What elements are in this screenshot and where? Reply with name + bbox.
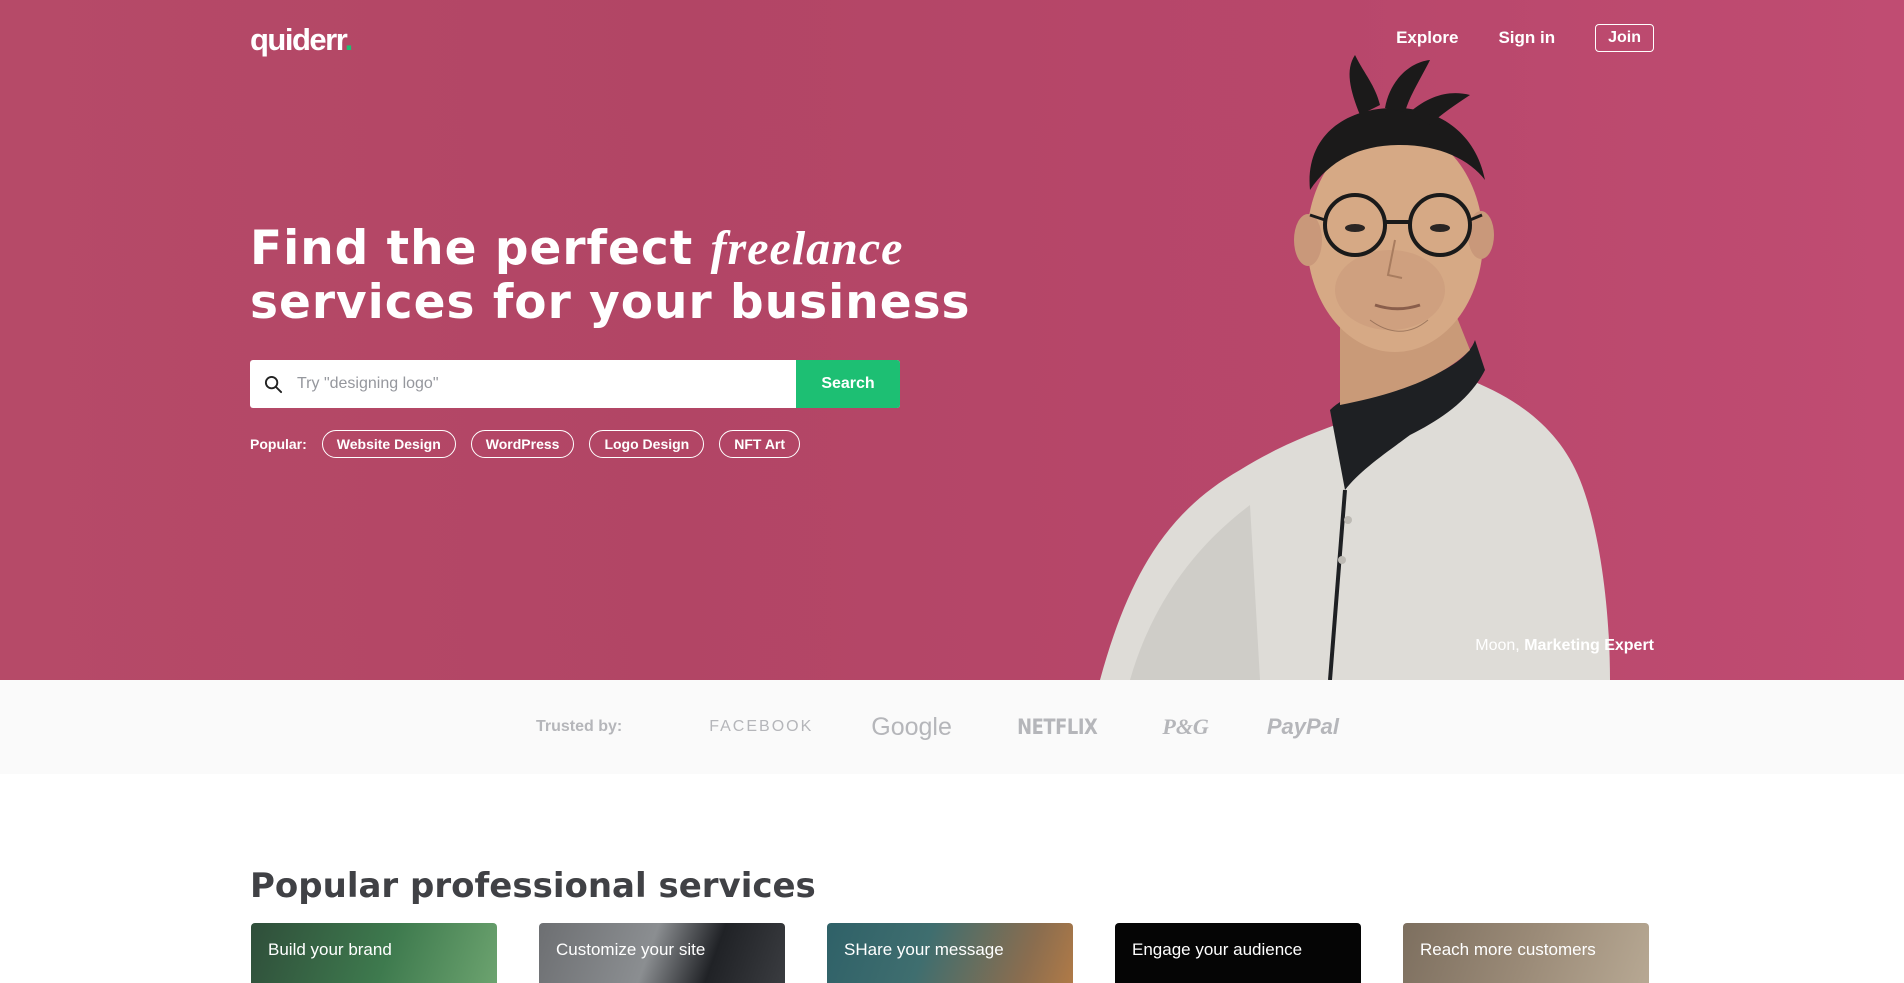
trusted-by-label: Trusted by: bbox=[536, 718, 623, 735]
netflix-logo: NETFLIX bbox=[1016, 715, 1098, 739]
credit-name: Moon, bbox=[1475, 637, 1520, 654]
service-card-label: Engage your audience bbox=[1132, 940, 1303, 959]
hero-headline: Find the perfect freelance services for … bbox=[250, 222, 971, 330]
popular-chip-website-design[interactable]: Website Design bbox=[321, 430, 456, 458]
popular-label: Popular: bbox=[250, 436, 307, 452]
service-card-label: Customize your site bbox=[556, 940, 706, 959]
nav-sign-in-link[interactable]: Sign in bbox=[1498, 28, 1555, 48]
join-button[interactable]: Join bbox=[1595, 24, 1654, 52]
service-card-reach-customers[interactable]: Reach more customers bbox=[1403, 923, 1649, 983]
pg-logo: P&G bbox=[1162, 714, 1209, 739]
credit-role: Marketing Expert bbox=[1524, 637, 1654, 654]
hero-search-bar: Search bbox=[250, 360, 900, 408]
search-icon bbox=[264, 375, 283, 393]
service-card-share-message[interactable]: SHare your message bbox=[827, 923, 1073, 983]
services-carousel: Build your brand Customize your site SHa… bbox=[251, 923, 1649, 983]
logo-text: quiderr bbox=[250, 22, 346, 57]
popular-chip-wordpress[interactable]: WordPress bbox=[470, 430, 575, 458]
headline-part1: Find the perfect bbox=[250, 221, 711, 276]
hero-image-credit: Moon, Marketing Expert bbox=[1475, 637, 1654, 655]
popular-chip-logo-design[interactable]: Logo Design bbox=[589, 430, 705, 458]
top-nav: Explore Sign in Join bbox=[1356, 24, 1654, 52]
service-card-customize-site[interactable]: Customize your site bbox=[539, 923, 785, 983]
hero-content: quiderr. Explore Sign in Join Find the p… bbox=[250, 0, 1654, 680]
popular-searches: Popular: Website Design WordPress Logo D… bbox=[250, 430, 815, 458]
service-card-build-brand[interactable]: Build your brand bbox=[251, 923, 497, 983]
hero-section: quiderr. Explore Sign in Join Find the p… bbox=[0, 0, 1904, 680]
site-logo[interactable]: quiderr. bbox=[250, 22, 354, 58]
popular-services-title: Popular professional services bbox=[250, 866, 816, 906]
headline-line2: services for your business bbox=[250, 275, 971, 330]
search-field-wrapper bbox=[250, 360, 796, 408]
service-card-label: SHare your message bbox=[844, 940, 1004, 959]
search-input[interactable] bbox=[295, 374, 796, 394]
service-card-label: Build your brand bbox=[268, 940, 392, 959]
trusted-by-bar: Trusted by: FACEBOOK Google NETFLIX P&G … bbox=[0, 680, 1904, 774]
paypal-logo: PayPal bbox=[1266, 714, 1339, 739]
nav-explore-link[interactable]: Explore bbox=[1396, 28, 1458, 48]
service-card-label: Reach more customers bbox=[1420, 940, 1596, 959]
search-button[interactable]: Search bbox=[796, 360, 900, 408]
popular-chip-nft-art[interactable]: NFT Art bbox=[719, 430, 801, 458]
logo-dot: . bbox=[344, 22, 354, 57]
facebook-logo: FACEBOOK bbox=[709, 718, 814, 735]
service-card-engage-audience[interactable]: Engage your audience bbox=[1115, 923, 1361, 983]
headline-italic-word: freelance bbox=[710, 222, 904, 275]
google-logo: Google bbox=[871, 712, 952, 741]
